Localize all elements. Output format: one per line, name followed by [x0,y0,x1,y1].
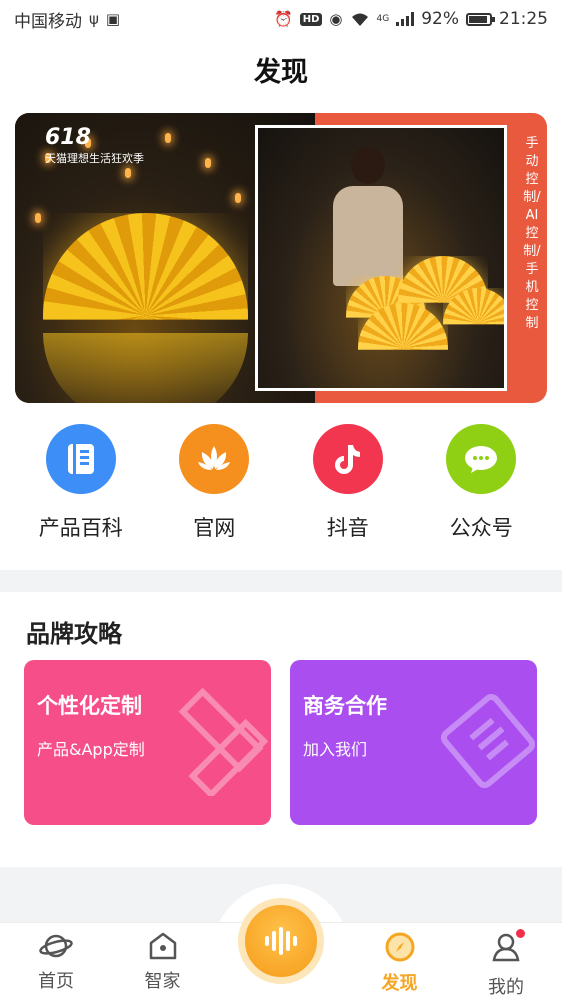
wechat-icon [446,424,517,494]
tab-profile[interactable]: 我的 [468,923,544,1000]
carrier-name: 中国移动 [14,11,82,32]
alarm-icon: ⏰ [274,10,293,28]
notification-icon: ▣ [105,10,121,28]
status-bar: 中国移动 ψ ▣ ⏰ HD ◉ 4G 92% 21:25 [0,0,562,38]
promo-banner[interactable]: 618 天猫理想生活狂欢季 手动控制/AI控制/手机控制 [15,113,547,403]
battery-percent: 92% [421,9,459,29]
smart-home-icon [149,932,176,960]
card-customization[interactable]: 个性化定制 产品&App定制 [24,660,271,825]
handshake-icon [440,693,536,789]
hd-icon: HD [299,12,323,26]
quick-link-douyin[interactable]: 抖音 [288,424,408,542]
signal-icon [396,12,415,26]
book-icon [45,424,116,494]
tab-smart-home[interactable]: 智家 [125,923,201,1000]
card-business[interactable]: 商务合作 加入我们 [290,660,537,825]
tab-label: 发现 [381,973,418,994]
quick-link-official-site[interactable]: 官网 [154,424,274,542]
tab-label: 我的 [488,977,524,998]
clock: 21:25 [499,9,548,29]
tiktok-icon [312,424,383,494]
section-title: 品牌攻略 [26,620,122,648]
eye-icon: ◉ [329,10,343,28]
quick-link-product-wiki[interactable]: 产品百科 [21,424,141,542]
quick-link-label: 抖音 [326,516,369,540]
tab-home[interactable]: 首页 [18,923,94,1000]
tmall-618-logo: 618 天猫理想生活狂欢季 [45,125,144,165]
lotus-icon [179,424,250,494]
tab-discover[interactable]: 发现 [362,923,438,1000]
quick-link-official-account[interactable]: 公众号 [421,424,541,542]
quick-link-label: 公众号 [449,516,513,540]
voice-icon [265,927,297,955]
usb-icon: ψ [89,10,99,28]
compass-icon [385,932,414,962]
section-divider [0,570,562,592]
banner-photo [255,125,507,391]
person-figure [333,146,403,286]
planet-icon [39,934,73,958]
quick-link-label: 产品百科 [38,516,123,540]
status-left: 中国移动 ψ ▣ [14,7,120,32]
pencil-ruler-icon [178,687,269,796]
quick-link-label: 官网 [193,516,236,540]
tab-label: 首页 [38,971,74,992]
voice-assistant-button[interactable] [238,898,324,984]
quick-links: 产品百科 官网 抖音 公众号 [0,424,562,542]
profile-icon-wrap [490,929,525,967]
banner-vertical-text: 手动控制/AI控制/手机控制 [523,136,541,331]
notification-dot [516,929,525,938]
network-type: 4G [376,14,390,24]
tab-label: 智家 [144,971,181,992]
wifi-icon [351,13,368,26]
battery-icon [466,12,495,26]
status-right: ⏰ HD ◉ 4G 92% 21:25 [274,9,548,29]
page-title: 发现 [254,57,308,88]
